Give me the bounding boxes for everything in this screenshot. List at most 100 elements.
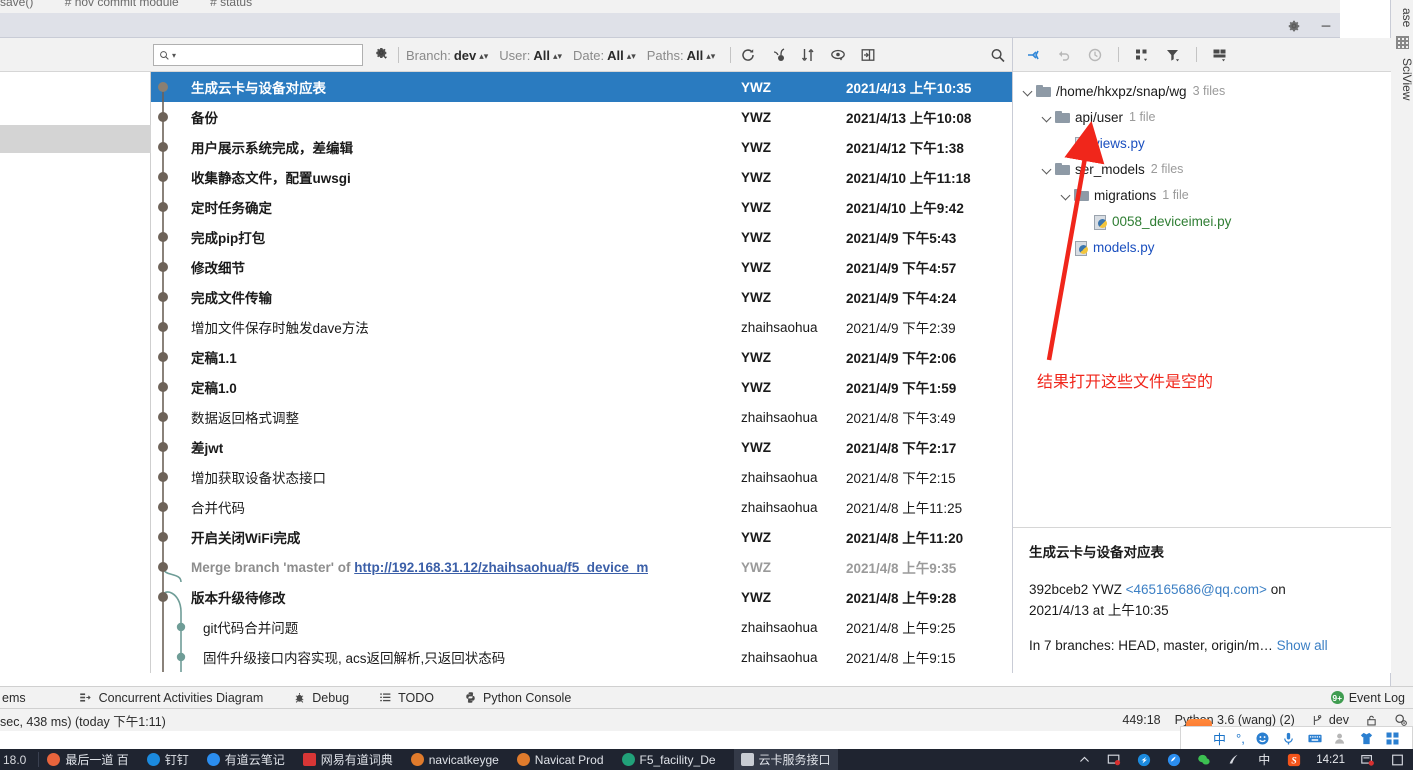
chevron-updown-icon[interactable]: ▴▾ <box>479 51 488 61</box>
commit-row[interactable]: 完成文件传输 YWZ 2021/4/9 下午4:24 <box>151 282 1012 312</box>
taskbar-item[interactable]: navicatkeyge <box>410 753 499 767</box>
show-all-branches-link[interactable]: Show all <box>1277 638 1328 653</box>
commit-row[interactable]: 备份 YWZ 2021/4/13 上午10:08 <box>151 102 1012 132</box>
display-icon[interactable] <box>1106 752 1122 768</box>
tree-folder-node[interactable]: migrations 1 file <box>1013 182 1391 208</box>
commit-row[interactable]: 增加文件保存时触发dave方法 zhaihsaohua 2021/4/9 下午2:3… <box>151 312 1012 342</box>
sciview-tab[interactable]: SciView <box>1391 34 1413 124</box>
event-log-button[interactable]: 9+ Event Log <box>1330 691 1405 705</box>
toolwin-python-console[interactable]: Python Console <box>462 690 571 706</box>
chevron-down-icon[interactable] <box>1040 163 1053 176</box>
history-icon[interactable] <box>1087 47 1103 63</box>
show-desktop-icon[interactable] <box>1389 752 1405 768</box>
ime-cn-icon[interactable]: 中 <box>1256 752 1272 768</box>
commit-row[interactable]: 差jwt YWZ 2021/4/8 下午2:17 <box>151 432 1012 462</box>
commit-row[interactable]: 固件升级接口内容实现, acs返回解析,只返回状态码 zhaihsaohua 202… <box>151 642 1012 672</box>
tree-folder-node[interactable]: api/user 1 file <box>1013 104 1391 130</box>
windows-taskbar[interactable]: 18.0 最后一道 百 钉钉 有道云笔记 网易有道词典 navicatkeyge Navi… <box>0 749 1413 770</box>
filter-date[interactable]: Date: All ▴▾ <box>573 48 636 63</box>
log-search-input[interactable]: ▾ <box>153 44 363 66</box>
smiley-icon[interactable] <box>1255 730 1271 746</box>
taskbar-clock[interactable]: 14:21 <box>1316 754 1345 766</box>
commit-row[interactable]: 数据返回格式调整 zhaihsaohua 2021/4/8 下午3:49 <box>151 402 1012 432</box>
taskbar-item[interactable]: 有道云笔记 <box>206 751 285 768</box>
commit-author-email[interactable]: <465165686@qq.com> <box>1126 582 1267 597</box>
filter-branch[interactable]: Branch: dev ▴▾ <box>406 48 488 63</box>
toolwin-todo[interactable]: TODO <box>377 690 434 706</box>
commit-row[interactable]: 合并代码 zhaihsaohua 2021/4/8 上午11:25 <box>151 492 1012 522</box>
commit-row[interactable]: 修改细节 YWZ 2021/4/9 下午4:57 <box>151 252 1012 282</box>
tree-folder-node[interactable]: /home/hkxpz/snap/wg 3 files <box>1013 78 1391 104</box>
wechat-icon[interactable] <box>1196 752 1212 768</box>
commit-row[interactable]: 用户展示系统完成，差编辑 YWZ 2021/4/12 下午1:38 <box>151 132 1012 162</box>
toolwin-debug[interactable]: Debug <box>291 690 349 706</box>
chevron-updown-icon[interactable]: ▴▾ <box>553 51 562 61</box>
onenote-icon[interactable] <box>1226 752 1242 768</box>
filter-user[interactable]: User: All ▴▾ <box>499 48 562 63</box>
ime-toolbar[interactable]: 中 °, <box>1180 726 1413 750</box>
taskbar-item[interactable]: 网易有道词典 <box>302 751 393 768</box>
dingtalk-icon[interactable] <box>1136 752 1152 768</box>
caret-position[interactable]: 449:18 <box>1122 713 1160 727</box>
taskbar-item[interactable]: F5_facility_De <box>621 753 716 767</box>
database-tab[interactable]: ase <box>1391 0 1413 38</box>
show-details-icon[interactable] <box>830 47 846 63</box>
toolwin-concurrent-activities[interactable]: Concurrent Activities Diagram <box>78 690 263 706</box>
commit-row[interactable]: 收集静态文件，配置uwsgi YWZ 2021/4/10 上午11:18 <box>151 162 1012 192</box>
tree-folder-node[interactable]: ser_models 2 files <box>1013 156 1391 182</box>
layout-icon[interactable] <box>1212 47 1228 63</box>
chevron-updown-icon[interactable]: ▴▾ <box>627 51 636 61</box>
tree-file-node[interactable]: views.py <box>1013 130 1391 156</box>
chevron-down-icon[interactable] <box>1040 111 1053 124</box>
chevron-down-icon[interactable] <box>1021 85 1034 98</box>
notification-icon[interactable] <box>1359 752 1375 768</box>
undo-icon[interactable] <box>1056 47 1072 63</box>
chevron-updown-icon[interactable]: ▴▾ <box>706 51 715 61</box>
gear-icon[interactable] <box>1286 18 1302 34</box>
intellisort-icon[interactable] <box>800 47 816 63</box>
minimize-icon[interactable] <box>1318 18 1334 34</box>
taskbar-item[interactable]: 最后一道 百 <box>47 751 129 768</box>
user-icon[interactable] <box>1333 730 1349 746</box>
commit-subject-link[interactable]: http://192.168.31.12/zhaihsaohua/f5_devi… <box>354 560 648 575</box>
filter-icon[interactable] <box>1165 47 1181 63</box>
commit-row[interactable]: 生成云卡与设备对应表 YWZ 2021/4/13 上午10:35 <box>151 72 1012 102</box>
tree-file-node[interactable]: 0058_deviceimei.py <box>1013 208 1391 234</box>
mic-icon[interactable] <box>1281 730 1297 746</box>
ime-punctuation[interactable]: °, <box>1236 731 1245 746</box>
chevron-up-icon[interactable] <box>1076 752 1092 768</box>
commit-row[interactable]: 定稿1.1 YWZ 2021/4/9 下午2:06 <box>151 342 1012 372</box>
taskbar-item[interactable]: Navicat Prod <box>516 753 604 767</box>
taskbar-item[interactable]: 云卡服务接口 <box>733 749 838 770</box>
find-in-log-icon[interactable] <box>990 47 1006 63</box>
commit-row[interactable]: 版本升级待修改 YWZ 2021/4/8 上午9:28 <box>151 582 1012 612</box>
chevron-down-icon[interactable] <box>1059 189 1072 202</box>
gear-dropdown-icon[interactable] <box>374 46 390 62</box>
apps-icon[interactable] <box>1385 730 1401 746</box>
ime-mode-cn[interactable]: 中 <box>1213 729 1226 748</box>
commit-row[interactable]: 开启关闭WiFi完成 YWZ 2021/4/8 上午11:20 <box>151 522 1012 552</box>
commit-list[interactable]: 生成云卡与设备对应表 YWZ 2021/4/13 上午10:35 备份 YWZ 2021/… <box>0 72 1012 673</box>
commit-row[interactable]: git代码合并问题 zhaihsaohua 2021/4/8 上午9:25 <box>151 612 1012 642</box>
youdao-icon[interactable] <box>1166 752 1182 768</box>
toolwin-problems[interactable]: ems <box>2 691 26 705</box>
commit-row[interactable]: 完成pip打包 YWZ 2021/4/9 下午5:43 <box>151 222 1012 252</box>
tree-file-node[interactable]: models.py <box>1013 234 1391 260</box>
changed-files-tree[interactable]: /home/hkxpz/snap/wg 3 files api/user 1 file… <box>1013 72 1391 527</box>
keyboard-icon[interactable] <box>1307 730 1323 746</box>
refresh-icon[interactable] <box>740 47 756 63</box>
filter-paths[interactable]: Paths: All ▴▾ <box>647 48 716 63</box>
skin-icon[interactable] <box>1359 730 1375 746</box>
cherry-pick-icon[interactable] <box>770 47 786 63</box>
log-search-field[interactable] <box>178 48 339 62</box>
expand-tree-icon[interactable] <box>1134 47 1150 63</box>
group-by-icon[interactable] <box>1025 47 1041 63</box>
commit-rows[interactable]: 生成云卡与设备对应表 YWZ 2021/4/13 上午10:35 备份 YWZ 2021/… <box>151 72 1012 672</box>
commit-row[interactable]: 增加获取设备状态接口 zhaihsaohua 2021/4/8 下午2:15 <box>151 462 1012 492</box>
chevron-down-icon[interactable]: ▾ <box>172 51 176 60</box>
taskbar-item[interactable]: 钉钉 <box>146 751 189 768</box>
commit-row[interactable]: 定稿1.0 YWZ 2021/4/9 下午1:59 <box>151 372 1012 402</box>
open-in-new-window-icon[interactable] <box>860 47 876 63</box>
commit-row[interactable]: 定时任务确定 YWZ 2021/4/10 上午9:42 <box>151 192 1012 222</box>
system-tray[interactable]: 中 S 14:21 <box>1076 749 1413 770</box>
